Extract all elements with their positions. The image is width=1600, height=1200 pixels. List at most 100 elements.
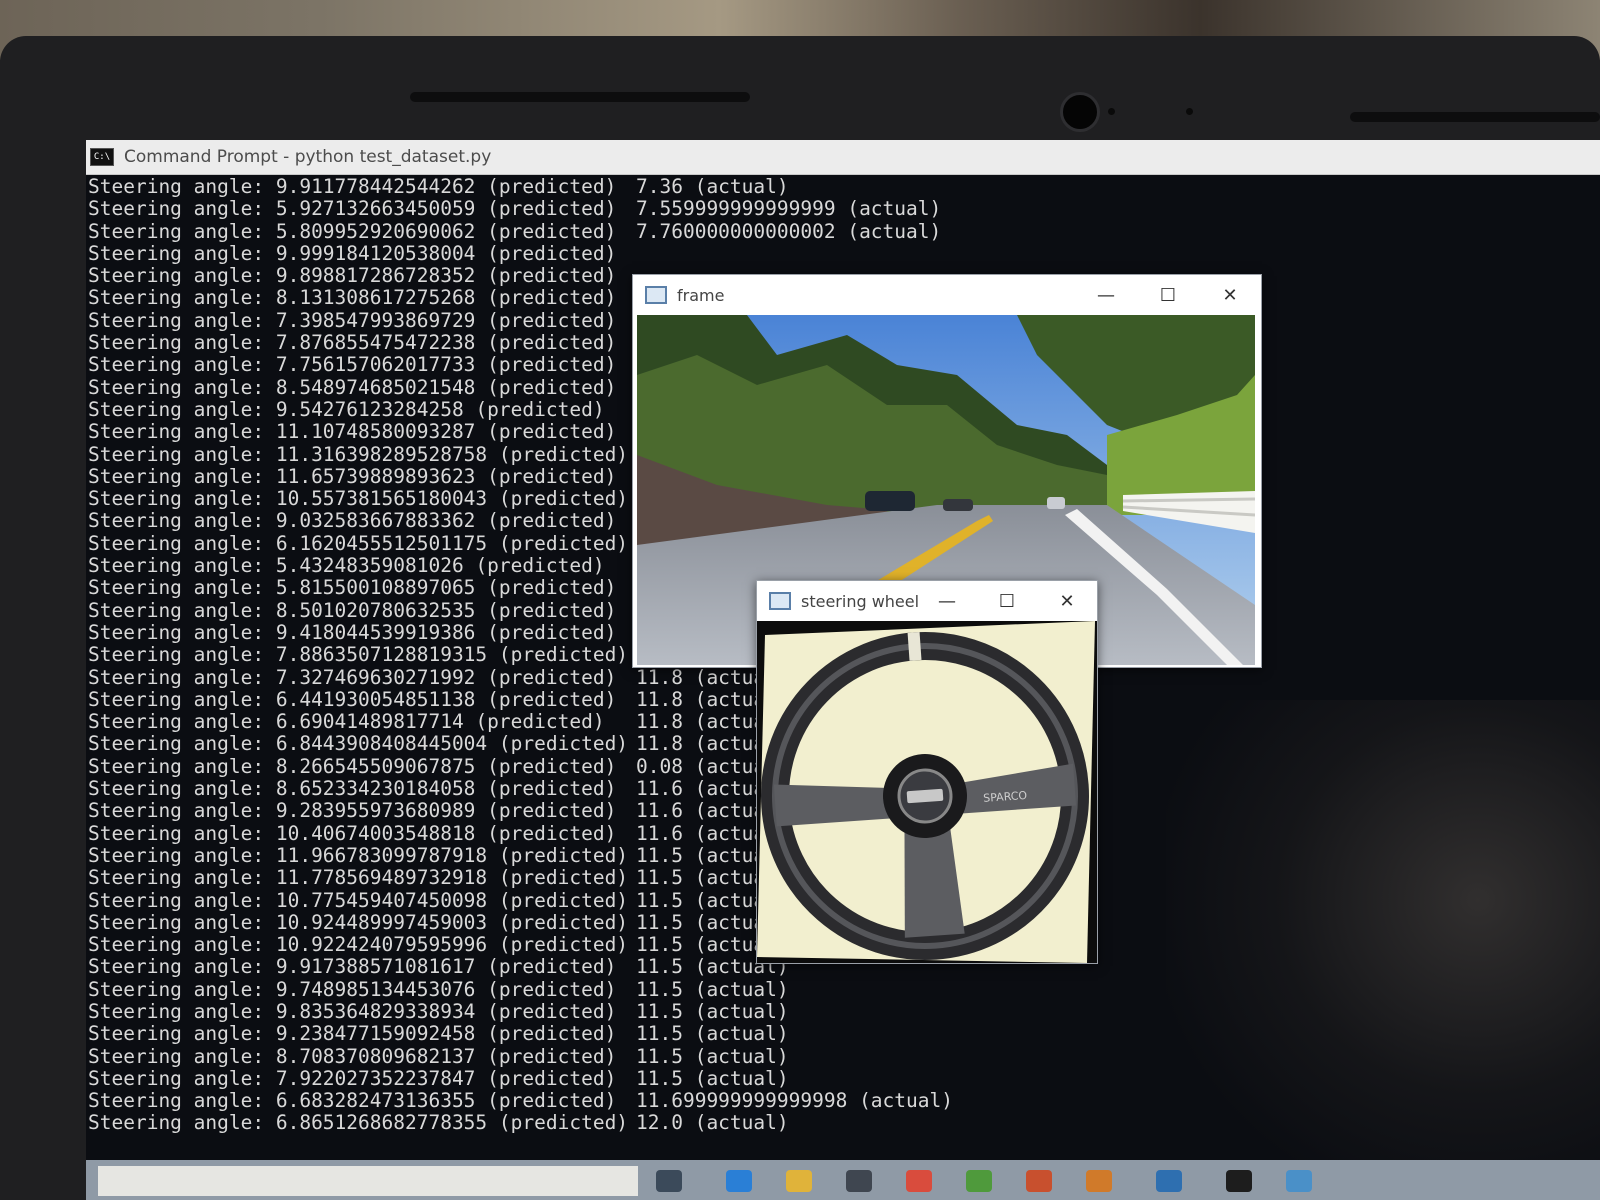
minimize-button[interactable]: —	[917, 581, 977, 621]
predicted-value: 5.43248359081026	[275, 554, 476, 578]
task-view-icon[interactable]	[656, 1170, 682, 1192]
steering-wheel-window[interactable]: steering wheel — ☐ ✕ SPARCO	[756, 580, 1098, 964]
predicted-value: 11.966783099787918	[275, 843, 499, 867]
camera-sensor	[1186, 108, 1193, 115]
predicted-tag: (predicted)	[487, 687, 617, 711]
line-label: Steering angle:	[88, 554, 276, 578]
close-button[interactable]: ✕	[1037, 581, 1097, 621]
line-label: Steering angle:	[88, 1089, 276, 1113]
line-label: Steering angle:	[88, 286, 276, 310]
line-label: Steering angle:	[88, 308, 276, 332]
actual-tag: (actua	[694, 710, 766, 734]
frame-window-title: frame	[677, 285, 725, 305]
line-label: Steering angle:	[88, 799, 276, 823]
app-icon[interactable]	[1086, 1170, 1112, 1192]
line-label: Steering angle:	[88, 888, 276, 912]
predicted-value: 7.327469630271992	[275, 665, 488, 689]
edge-icon[interactable]	[726, 1170, 752, 1192]
predicted-value: 10.557381565180043	[275, 487, 499, 511]
actual-tag: (actua	[694, 777, 766, 801]
predicted-value: 8.131308617275268	[275, 286, 488, 310]
predicted-tag: (predicted)	[475, 710, 605, 734]
line-label: Steering angle:	[88, 598, 276, 622]
actual-tag: (actua	[694, 933, 766, 957]
actual-value: 11.8	[636, 665, 695, 689]
predicted-tag: (predicted)	[487, 1089, 617, 1113]
predicted-value: 10.40674003548818	[275, 821, 488, 845]
line-label: Steering angle:	[88, 1022, 276, 1046]
actual-value: 11.5	[636, 977, 695, 1001]
predicted-value: 5.809952920690062	[275, 219, 488, 243]
line-label: Steering angle:	[88, 821, 276, 845]
predicted-value: 8.501020780632535	[275, 598, 488, 622]
line-label: Steering angle:	[88, 464, 276, 488]
actual-tag: (actual)	[847, 197, 942, 221]
minimize-button[interactable]: —	[1075, 275, 1137, 315]
actual-value: 11.5	[636, 1066, 695, 1090]
app-icon[interactable]	[966, 1170, 992, 1192]
predicted-tag: (predicted)	[487, 576, 617, 600]
actual-value-group: 11.8 (actua	[636, 665, 765, 689]
predicted-value: 9.032583667883362	[275, 509, 488, 533]
actual-value: 11.6	[636, 799, 695, 823]
predicted-value: 11.316398289528758	[275, 442, 499, 466]
maximize-button[interactable]: ☐	[1137, 275, 1199, 315]
actual-value-group: 11.699999999999998 (actual)	[636, 1090, 953, 1112]
close-button[interactable]: ✕	[1199, 275, 1261, 315]
screen: C:\ Command Prompt - python test_dataset…	[86, 140, 1600, 1200]
cmd-taskbar-icon[interactable]	[1226, 1170, 1252, 1192]
line-label: Steering angle:	[88, 576, 276, 600]
powerpoint-icon[interactable]	[1026, 1170, 1052, 1192]
predicted-tag: (predicted)	[475, 397, 605, 421]
actual-value-group: 11.8 (actua	[636, 688, 765, 711]
actual-value-group: 11.5 (actual)	[636, 977, 789, 1001]
wheel-window-title: steering wheel	[801, 591, 920, 611]
predicted-value: 9.898817286728352	[275, 264, 488, 288]
predicted-tag: (predicted)	[487, 665, 617, 689]
predicted-value: 6.8651268682778355	[275, 1111, 499, 1135]
predicted-tag: (predicted)	[498, 910, 629, 934]
predicted-tag: (predicted)	[487, 1066, 617, 1090]
maximize-button[interactable]: ☐	[977, 581, 1037, 621]
actual-value: 11.5	[636, 843, 695, 867]
line-label: Steering angle:	[88, 643, 276, 667]
app-icon[interactable]	[1156, 1170, 1182, 1192]
predicted-value: 9.748985134453076	[275, 977, 488, 1001]
console-line: Steering angle: 9.911778442544262 (predi…	[88, 175, 1600, 198]
store-icon[interactable]	[846, 1170, 872, 1192]
line-label: Steering angle:	[88, 977, 276, 1001]
predicted-value: 6.683282473136355	[275, 1089, 488, 1113]
taskbar-search-box[interactable]	[98, 1166, 638, 1196]
predicted-tag: (predicted)	[475, 554, 605, 578]
line-label: Steering angle:	[88, 420, 276, 444]
line-label: Steering angle:	[88, 509, 276, 533]
actual-value: 11.5	[636, 933, 695, 957]
predicted-tag: (predicted)	[487, 754, 617, 778]
python-taskbar-icon[interactable]	[1286, 1170, 1312, 1192]
predicted-tag: (predicted)	[487, 598, 617, 622]
predicted-tag: (predicted)	[487, 353, 617, 377]
line-label: Steering angle:	[88, 777, 276, 801]
predicted-value: 6.8443908408445004	[275, 732, 499, 756]
wheel-titlebar[interactable]: steering wheel — ☐ ✕	[757, 581, 1097, 621]
line-label: Steering angle:	[88, 397, 276, 421]
predicted-tag: (predicted)	[487, 375, 617, 399]
actual-value-group: 11.6 (actua	[636, 822, 765, 845]
predicted-tag: (predicted)	[498, 1111, 629, 1135]
predicted-value: 7.876855475472238	[275, 331, 488, 355]
actual-tag: (actual)	[847, 219, 942, 243]
chrome-icon[interactable]	[906, 1170, 932, 1192]
predicted-tag: (predicted)	[487, 241, 617, 265]
predicted-tag: (predicted)	[498, 487, 629, 511]
predicted-tag: (predicted)	[487, 175, 617, 198]
frame-titlebar[interactable]: frame — ☐ ✕	[633, 275, 1261, 315]
predicted-value: 5.927132663450059	[275, 197, 488, 221]
actual-value: 11.8	[636, 732, 695, 756]
actual-value-group: 11.5 (actua	[636, 867, 765, 889]
actual-tag: (actual)	[859, 1089, 953, 1113]
actual-tag: (actual)	[694, 1022, 789, 1046]
file-explorer-icon[interactable]	[786, 1170, 812, 1192]
actual-value-group: 7.36 (actual)	[636, 175, 789, 198]
cmd-titlebar[interactable]: C:\ Command Prompt - python test_dataset…	[86, 140, 1600, 175]
predicted-value: 9.917388571081617	[275, 955, 488, 979]
